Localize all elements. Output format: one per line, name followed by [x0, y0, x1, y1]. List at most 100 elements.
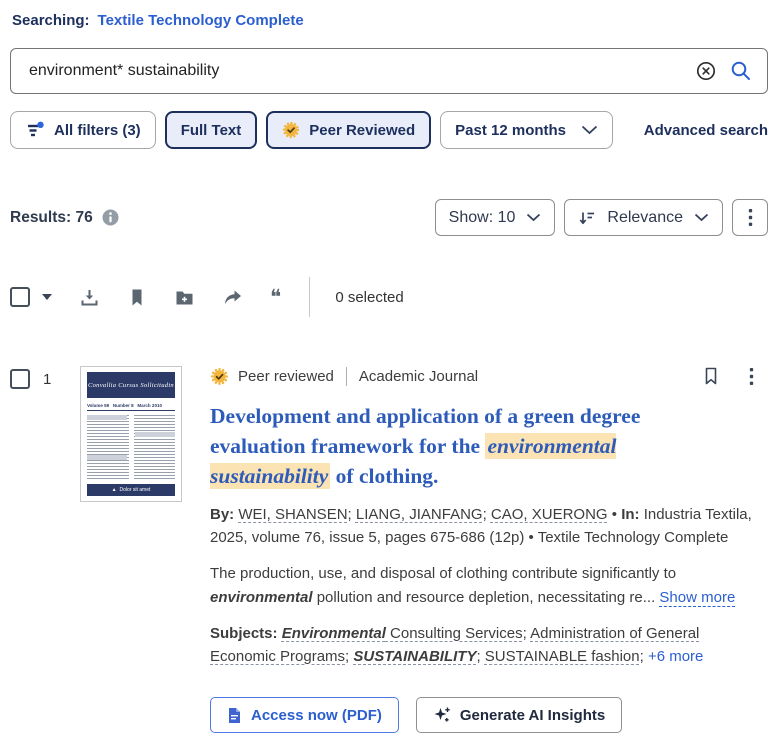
sort-label: Relevance [607, 208, 683, 226]
results-info-button[interactable] [101, 208, 120, 227]
filter-sliders-icon [28, 121, 44, 136]
kebab-menu-icon [748, 209, 752, 226]
cover-footer-text: Dolor sit amet [119, 487, 151, 493]
separator: ; [482, 506, 491, 524]
article-title-link[interactable]: Development and application of a green d… [210, 401, 710, 491]
search-icon [731, 61, 750, 80]
cover-text-column [133, 415, 175, 480]
all-filters-label: All filters (3) [54, 121, 141, 139]
more-subjects-link[interactable]: +6 more [648, 648, 703, 665]
bookmark-result-button[interactable] [702, 366, 720, 386]
result-header-actions [702, 366, 768, 386]
result-number: 1 [43, 371, 52, 388]
author-link[interactable]: WEI, SHANSEN [238, 506, 347, 523]
clear-search-button[interactable] [695, 60, 717, 82]
subjects-label: Subjects: [210, 624, 282, 642]
active-filters-dot [37, 121, 44, 128]
separator: ; [347, 506, 356, 524]
date-filter-label: Past 12 months [455, 121, 567, 139]
title-text: of clothing. [330, 464, 439, 489]
select-all-caret[interactable] [42, 294, 52, 300]
article-subjects: Subjects: Environmental Consulting Servi… [210, 622, 768, 669]
separator: ; [522, 624, 531, 642]
sort-icon [580, 212, 595, 224]
bookmark-all-button[interactable] [127, 287, 147, 308]
search-results-page: Searching: Textile Technology Complete e… [0, 0, 780, 733]
header-divider [345, 366, 347, 386]
bookmark-outline-icon [705, 367, 717, 385]
select-all-checkbox[interactable] [10, 287, 30, 307]
result-checkbox[interactable] [10, 369, 30, 389]
separator: ; [639, 648, 648, 666]
show-more-link[interactable]: Show more [659, 589, 735, 606]
matched-term: environmental [210, 588, 313, 606]
peer-reviewed-badge-icon [210, 367, 229, 386]
generate-ai-insights-label: Generate AI Insights [459, 706, 606, 724]
result-actions: Access now (PDF) Generate AI Insights [210, 697, 768, 733]
generate-ai-insights-button[interactable]: Generate AI Insights [415, 697, 623, 733]
database-link[interactable]: Textile Technology Complete [98, 12, 304, 29]
download-icon [81, 289, 98, 305]
in-label: In: [621, 506, 640, 524]
pdf-file-icon [229, 707, 240, 723]
chevron-down-icon [694, 213, 709, 222]
circled-x-icon [696, 61, 716, 81]
results-count: Results: 76 [10, 208, 93, 226]
share-button[interactable] [222, 288, 243, 307]
result-select-area: 1 [10, 366, 80, 733]
subject-link[interactable]: SUSTAINABILITY [353, 648, 476, 665]
bulk-action-bar: ❝ 0 selected [10, 277, 768, 317]
toolbar-divider [309, 277, 311, 317]
ellipsis: ... [642, 588, 660, 606]
article-abstract: The production, use, and disposal of clo… [210, 562, 768, 609]
quote-icon: ❝ [270, 285, 282, 309]
chevron-down-icon [581, 125, 598, 135]
filters-bar: All filters (3) Full Text Peer Reviewed … [10, 111, 768, 149]
info-icon [102, 209, 119, 226]
subject-link[interactable]: Environmental [282, 625, 386, 642]
peer-reviewed-label: Peer Reviewed [309, 121, 416, 139]
result-header: Peer reviewed Academic Journal [210, 366, 768, 386]
cover-issue-line: Volume 59 Number 8 March 2010 [87, 403, 175, 411]
all-filters-button[interactable]: All filters (3) [10, 111, 156, 149]
access-pdf-button[interactable]: Access now (PDF) [210, 697, 399, 733]
result-overflow-menu-button[interactable] [749, 367, 754, 386]
add-to-project-button[interactable] [174, 288, 195, 307]
source-type: Academic Journal [358, 367, 479, 385]
author-link[interactable]: CAO, XUERONG [491, 506, 608, 523]
abstract-text: The production, use, and disposal of clo… [210, 565, 677, 583]
cover-logo-triangle: ▲ [111, 486, 117, 493]
searching-row: Searching: Textile Technology Complete [12, 12, 768, 29]
show-per-page-dropdown[interactable]: Show: 10 [434, 199, 556, 236]
article-byline: By: WEI, SHANSEN; LIANG, JIANFANG; CAO, … [210, 504, 768, 549]
download-button[interactable] [79, 287, 100, 308]
separator: ; [476, 648, 485, 666]
peer-reviewed-filter-chip[interactable]: Peer Reviewed [266, 111, 432, 149]
cite-button[interactable]: ❝ [270, 285, 282, 309]
peer-reviewed-text: Peer reviewed [238, 367, 334, 385]
search-input[interactable] [27, 61, 683, 81]
cover-text-column [87, 415, 129, 480]
full-text-filter-chip[interactable]: Full Text [164, 111, 258, 149]
date-filter-dropdown[interactable]: Past 12 months [440, 111, 614, 149]
cover-body [87, 415, 175, 480]
search-bar [10, 48, 768, 94]
results-overflow-menu-button[interactable] [732, 199, 768, 236]
abstract-text: pollution and resource depletion, necess… [312, 588, 643, 606]
sort-dropdown[interactable]: Relevance [564, 199, 723, 236]
author-link[interactable]: LIANG, JIANFANG [356, 506, 483, 523]
subject-link[interactable]: Consulting Services [386, 625, 523, 642]
advanced-search-link[interactable]: Advanced search [644, 122, 768, 139]
bookmark-icon [132, 289, 142, 305]
results-bar: Results: 76 Show: 10 Relevance [10, 199, 768, 236]
journal-cover-thumbnail[interactable]: Convallia Cursus Sollicitudin Volume 59 … [80, 366, 182, 502]
subject-link[interactable]: SUSTAINABLE fashion [485, 648, 640, 665]
by-label: By: [210, 506, 239, 524]
folder-plus-icon [176, 291, 193, 304]
result-body: Peer reviewed Academic Journal Developme… [210, 366, 768, 733]
ai-sparkle-icon [434, 707, 450, 722]
cover-section-header [87, 455, 127, 461]
share-icon [225, 290, 241, 304]
search-submit-button[interactable] [729, 59, 753, 83]
results-controls: Show: 10 Relevance [434, 199, 768, 236]
